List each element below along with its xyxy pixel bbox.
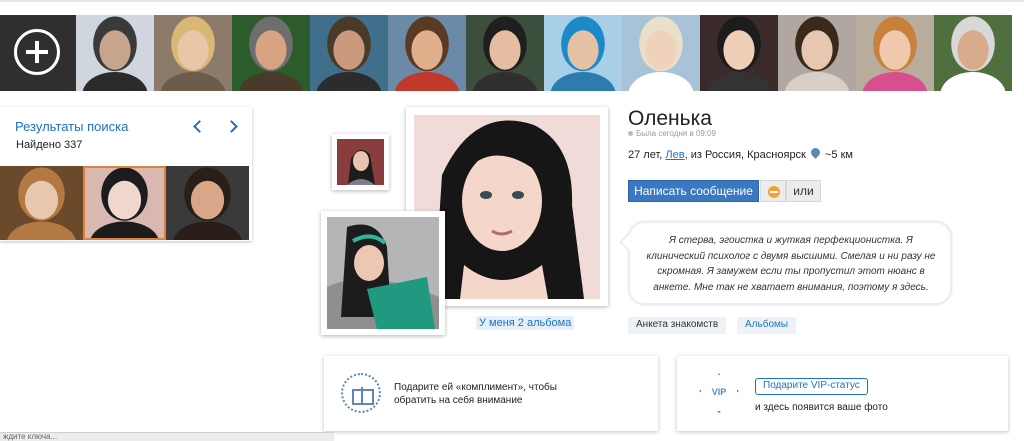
- top-divider: [0, 0, 1024, 2]
- add-photo-button[interactable]: [0, 15, 76, 91]
- strip-profile-photo[interactable]: [154, 15, 232, 91]
- secondary-profile-photo[interactable]: [321, 211, 445, 335]
- vip-badge-label: VIP: [711, 387, 727, 397]
- strip-profile-photo[interactable]: [778, 15, 856, 91]
- vip-badge-icon: VIP: [699, 373, 739, 413]
- last-seen-status: Была сегодня в 09:09: [628, 129, 716, 138]
- strip-profile-photo[interactable]: [76, 15, 154, 91]
- chevron-right-icon[interactable]: [226, 119, 240, 135]
- plus-circle-icon: [14, 29, 60, 75]
- gift-coin-icon: [768, 186, 780, 198]
- compliment-promo-text: Подарите ей «комплимент», чтобы обратить…: [394, 381, 557, 407]
- gift-vip-button[interactable]: Подарите VIP-статус: [755, 378, 868, 395]
- compliment-text-line-1: Подарите ей «комплимент», чтобы: [394, 382, 557, 393]
- profile-distance: ~5 км: [825, 149, 853, 161]
- profile-thumbnail[interactable]: [332, 134, 389, 190]
- strip-profile-photo[interactable]: [700, 15, 778, 91]
- tab-albums[interactable]: Альбомы: [737, 317, 797, 334]
- vip-caption: и здесь появится ваше фото: [755, 402, 888, 413]
- location-pin-icon: [811, 148, 820, 160]
- profile-age: 27 лет,: [628, 149, 663, 161]
- strip-profile-photo[interactable]: [856, 15, 934, 91]
- strip-profile-photo[interactable]: [232, 15, 310, 91]
- last-seen-text: Была сегодня в 09:09: [636, 129, 716, 138]
- write-message-button[interactable]: Написать сообщение: [628, 180, 759, 202]
- compliment-text-line-2: обратить на себя внимание: [394, 395, 523, 406]
- about-bubble: Я стерва, эгоистка и жуткая перфекционис…: [630, 223, 950, 303]
- browser-status-bar: ждите ключа...: [0, 432, 334, 441]
- search-results-panel: Результаты поиска Найдено 337: [0, 107, 252, 241]
- search-results-count: Найдено 337: [16, 139, 83, 151]
- strip-profile-photo[interactable]: [934, 15, 1012, 91]
- secondary-profile-image: [327, 217, 439, 329]
- strip-profile-photo[interactable]: [466, 15, 544, 91]
- zodiac-sign-link[interactable]: Лев: [665, 149, 684, 161]
- tab-dating-profile[interactable]: Анкета знакомств: [628, 317, 727, 334]
- strip-profile-photo[interactable]: [310, 15, 388, 91]
- or-button[interactable]: или: [786, 180, 821, 202]
- profile-info: 27 лет, Лев, из Россия, Красноярск ~5 км: [628, 148, 853, 161]
- search-result-thumbnail[interactable]: [0, 166, 83, 240]
- strip-profile-photo[interactable]: [622, 15, 700, 91]
- search-result-thumbnail[interactable]: [166, 166, 249, 240]
- gift-button[interactable]: [760, 180, 786, 202]
- strip-profile-photo[interactable]: [388, 15, 466, 91]
- gift-box-icon: [341, 373, 381, 413]
- vip-promo: VIP Подарите VIP-статус и здесь появится…: [677, 356, 1008, 431]
- profile-origin: из Россия, Красноярск: [690, 149, 806, 161]
- albums-count-link[interactable]: У меня 2 альбома: [476, 316, 575, 330]
- search-results-title[interactable]: Результаты поиска: [15, 119, 128, 134]
- about-text: Я стерва, эгоистка и жуткая перфекционис…: [646, 235, 936, 293]
- strip-profile-photo[interactable]: [544, 15, 622, 91]
- offline-dot-icon: [628, 131, 633, 137]
- profile-thumbnail-image: [337, 139, 384, 185]
- chevron-left-icon[interactable]: [190, 119, 204, 135]
- profile-name: Оленька: [628, 107, 712, 130]
- photo-strip: [0, 15, 1012, 91]
- search-result-thumbnail[interactable]: [83, 166, 166, 240]
- compliment-promo: Подарите ей «комплимент», чтобы обратить…: [324, 356, 658, 431]
